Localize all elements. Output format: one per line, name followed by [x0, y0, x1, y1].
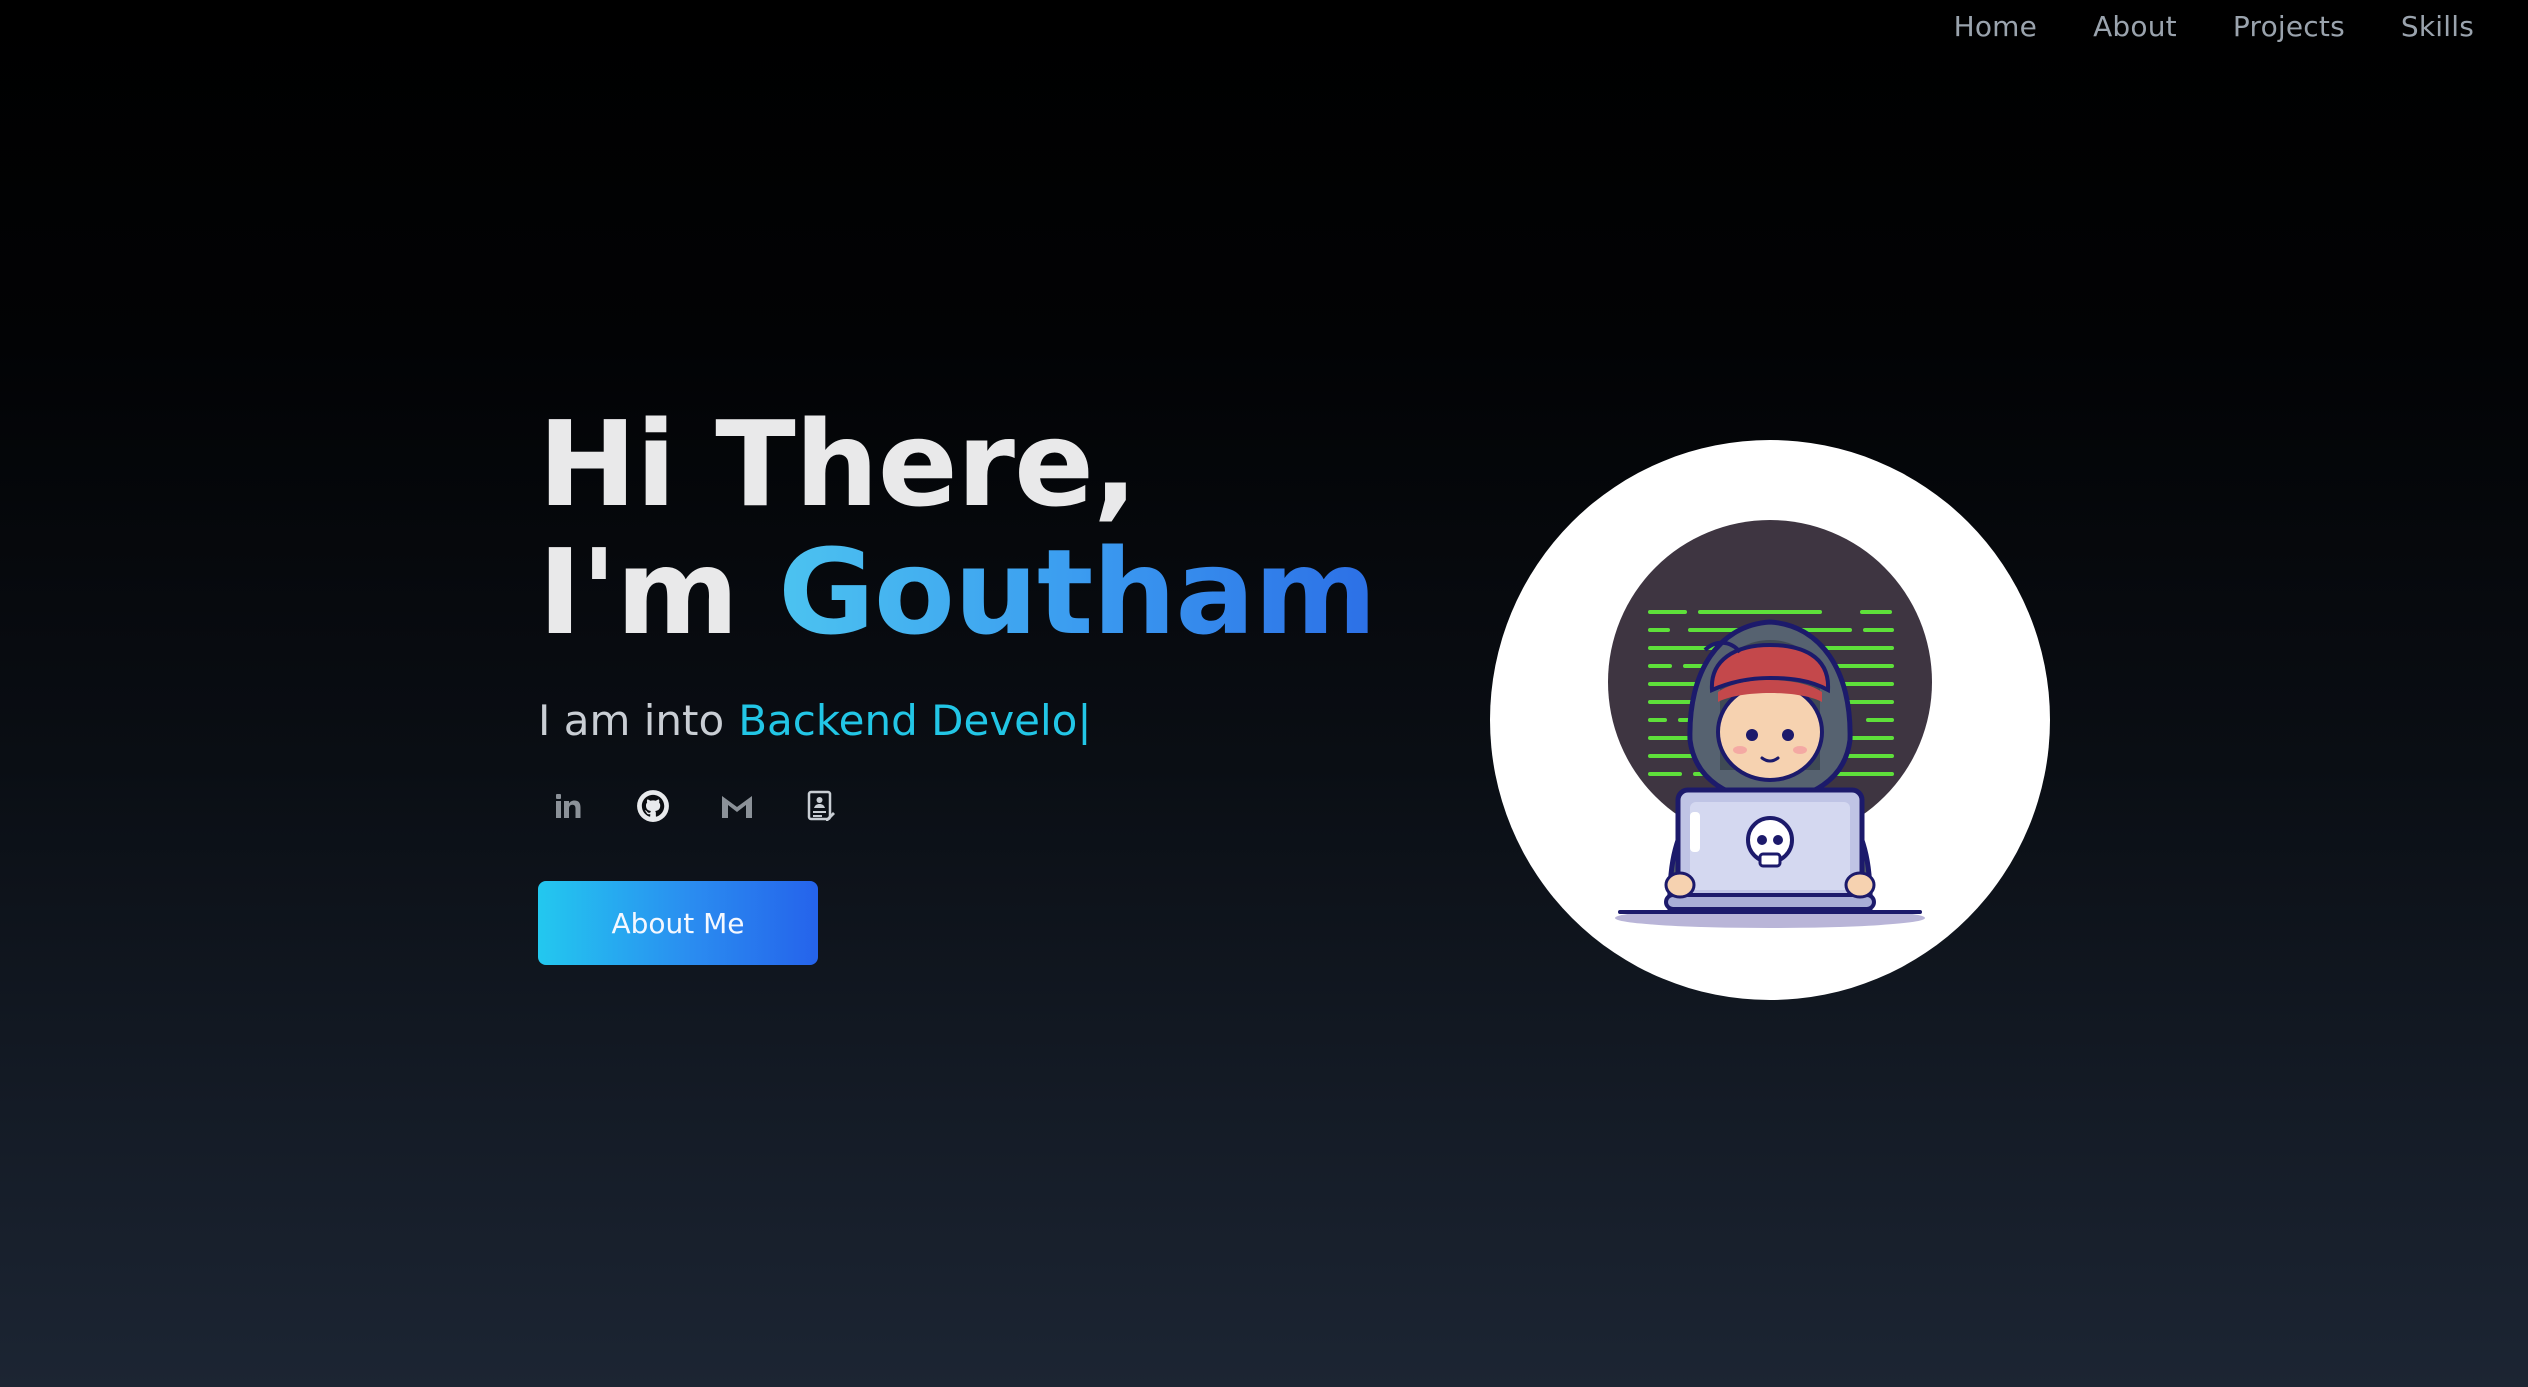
social-links	[550, 787, 1376, 825]
hero-im: I'm	[538, 523, 779, 661]
hero-heading: Hi There, I'm Goutham	[538, 400, 1377, 656]
nav-skills[interactable]: Skills	[2401, 10, 2474, 43]
nav-projects[interactable]: Projects	[2233, 10, 2345, 43]
typing-cursor: |	[1077, 696, 1092, 745]
typing-line: I am into Backend Develo |	[538, 696, 1376, 745]
top-nav: Home About Projects Skills	[1954, 0, 2528, 52]
github-icon[interactable]	[634, 787, 672, 825]
hacker-avatar-image	[1490, 440, 2050, 1000]
nav-home[interactable]: Home	[1954, 10, 2038, 43]
hero-name: Goutham	[778, 523, 1377, 661]
about-me-button[interactable]: About Me	[538, 881, 818, 965]
hero-greeting: Hi There,	[538, 395, 1138, 533]
hero-section: Hi There, I'm Goutham I am into Backend …	[538, 400, 1377, 965]
nav-about[interactable]: About	[2093, 10, 2177, 43]
typing-prefix: I am into	[538, 696, 725, 745]
resume-icon[interactable]	[802, 787, 840, 825]
typing-role: Backend Develo	[738, 696, 1078, 745]
linkedin-icon[interactable]	[550, 787, 588, 825]
gmail-icon[interactable]	[718, 787, 756, 825]
